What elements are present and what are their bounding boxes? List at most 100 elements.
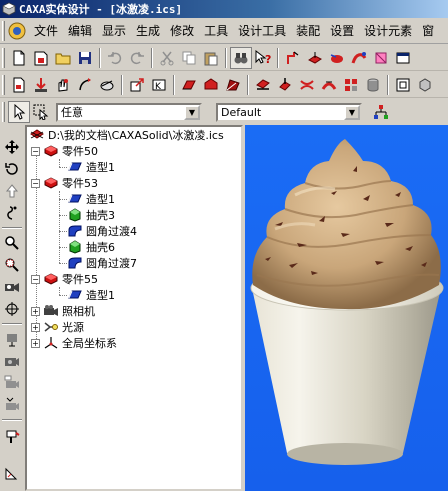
more-button[interactable] (392, 47, 414, 69)
tree-item-part53[interactable]: − 零件53 (31, 175, 98, 191)
tree-item-fillet[interactable]: 圆角过渡7 (67, 255, 137, 271)
tree-item-feature[interactable]: 造型1 (67, 287, 115, 303)
collapse-toggle[interactable]: − (31, 146, 40, 156)
toolbar-grip[interactable] (2, 74, 5, 95)
split-button[interactable] (252, 74, 274, 96)
cut-button[interactable] (156, 47, 178, 69)
tree-item-feature[interactable]: 造型1 (67, 159, 115, 175)
draw-line-button[interactable] (282, 47, 304, 69)
tree-connector (59, 191, 60, 263)
chevron-down-icon[interactable]: ▼ (344, 104, 360, 120)
undo-button[interactable] (104, 47, 126, 69)
menu-assembly[interactable]: 装配 (291, 20, 325, 42)
loft-feature-button[interactable] (370, 47, 392, 69)
menu-view[interactable]: 显示 (97, 20, 131, 42)
selection-filter-select[interactable]: 任意 ▼ (56, 102, 202, 122)
feature-toolbar: K (0, 72, 448, 98)
tree-item-camera[interactable]: + 照相机 (31, 303, 95, 319)
menu-edit[interactable]: 编辑 (63, 20, 97, 42)
select-pointer-button[interactable] (8, 101, 30, 123)
menubar-grip[interactable] (2, 20, 5, 41)
bend-button[interactable] (318, 74, 340, 96)
menu-generate[interactable]: 生成 (131, 20, 165, 42)
menu-design-elements[interactable]: 设计元素 (359, 20, 417, 42)
frame-button[interactable] (392, 74, 414, 96)
expand-toggle[interactable]: + (31, 338, 40, 348)
chamfer-button[interactable] (200, 74, 222, 96)
tree-item-part50[interactable]: − 零件50 (31, 143, 98, 159)
draft-button[interactable] (222, 74, 244, 96)
fillet-button[interactable] (178, 74, 200, 96)
revolve-feature-button[interactable] (326, 47, 348, 69)
copy-button[interactable] (178, 47, 200, 69)
grab-button[interactable] (52, 74, 74, 96)
extrude-feature-button[interactable] (304, 47, 326, 69)
camera-save-button[interactable] (2, 373, 22, 393)
save-disk-icon (79, 51, 91, 64)
redo-button[interactable] (126, 47, 148, 69)
collapse-toggle[interactable]: − (31, 178, 40, 188)
measure-button[interactable] (2, 463, 22, 483)
document-menu-icon[interactable] (7, 21, 27, 41)
dimension-button[interactable]: K (148, 74, 170, 96)
focus-button[interactable] (2, 329, 22, 349)
tree-item-shell[interactable]: 抽壳6 (67, 239, 115, 255)
toolbar-grip[interactable] (2, 47, 5, 68)
3d-viewport[interactable] (245, 125, 448, 491)
camera-fly-button[interactable] (2, 395, 22, 415)
import-button[interactable] (30, 74, 52, 96)
expand-toggle[interactable]: + (31, 322, 40, 332)
arc-button[interactable] (74, 74, 96, 96)
save-button[interactable] (74, 47, 96, 69)
dolly-button[interactable] (2, 181, 22, 201)
shell-tool-button[interactable] (96, 74, 118, 96)
tree-root[interactable]: D:\我的文档\CAXASolid\冰激凌.ics (29, 127, 224, 143)
paste-button[interactable] (200, 47, 222, 69)
pattern-button[interactable] (340, 74, 362, 96)
open-button[interactable] (52, 47, 74, 69)
export-button[interactable] (126, 74, 148, 96)
tree-item-fillet[interactable]: 圆角过渡4 (67, 223, 137, 239)
collapse-toggle[interactable]: − (31, 274, 40, 284)
new-part-button[interactable] (8, 74, 30, 96)
menu-file[interactable]: 文件 (29, 20, 63, 42)
select-box-button[interactable] (30, 101, 52, 123)
pan-button[interactable] (2, 137, 22, 157)
tree-item-feature[interactable]: 造型1 (67, 191, 115, 207)
tree-item-part55[interactable]: − 零件55 (31, 271, 98, 287)
zoom-button[interactable] (2, 233, 22, 253)
sweep-feature-button[interactable] (348, 47, 370, 69)
chevron-down-icon[interactable]: ▼ (184, 104, 200, 120)
menu-settings[interactable]: 设置 (325, 20, 359, 42)
show-all-button[interactable] (230, 46, 252, 69)
shell-tool-icon (100, 80, 114, 90)
new-button[interactable] (8, 47, 30, 69)
menu-tools[interactable]: 工具 (199, 20, 233, 42)
zoom-window-button[interactable] (2, 255, 22, 275)
new-design-button[interactable] (30, 47, 52, 69)
twist-button[interactable] (296, 74, 318, 96)
render-style-button[interactable] (2, 427, 22, 447)
orbit-button[interactable] (2, 159, 22, 179)
tree-item-light[interactable]: + 光源 (31, 319, 84, 335)
cylinder-button[interactable] (362, 74, 384, 96)
toolbar-separator (225, 47, 227, 68)
box-button[interactable] (414, 74, 436, 96)
menu-modify[interactable]: 修改 (165, 20, 199, 42)
stretch-button[interactable] (274, 74, 296, 96)
expand-toggle[interactable]: + (31, 306, 40, 316)
menu-design-tools[interactable]: 设计工具 (233, 20, 291, 42)
tree-item-global-coords[interactable]: + 全局坐标系 (31, 335, 117, 351)
target-button[interactable] (2, 299, 22, 319)
help-button[interactable]: ? (252, 47, 274, 69)
camera-view-button[interactable] (2, 351, 22, 371)
style-select[interactable]: Default ▼ (216, 102, 362, 122)
tree-connector (59, 167, 67, 168)
walk-button[interactable] (2, 203, 22, 223)
look-at-button[interactable] (2, 277, 22, 297)
menu-window[interactable]: 窗 (417, 20, 439, 42)
tree-item-shell[interactable]: 抽壳3 (67, 207, 115, 223)
toolbar-grip[interactable] (2, 102, 5, 122)
toolbar-separator (2, 323, 22, 325)
hierarchy-button[interactable] (370, 101, 392, 123)
